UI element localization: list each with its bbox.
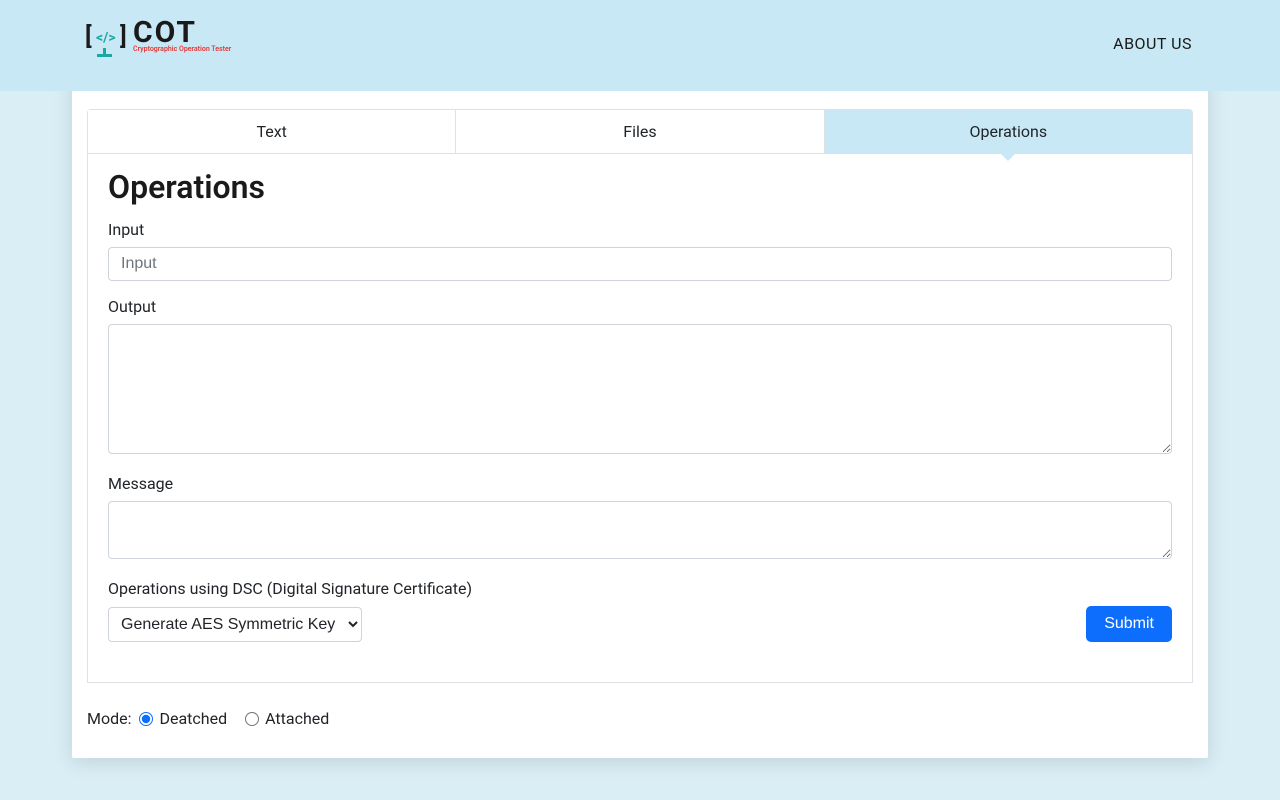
tab-content: Operations Input Output Message Operatio…: [87, 154, 1193, 683]
mode-label: Mode:: [87, 709, 131, 728]
output-group: Output: [108, 297, 1172, 458]
radio-attached-input[interactable]: [245, 712, 259, 726]
nav-about-link[interactable]: ABOUT US: [1113, 34, 1192, 53]
operations-label: Operations using DSC (Digital Signature …: [108, 579, 1172, 598]
logo-icon: [ </> ]: [85, 18, 129, 62]
page-heading: Operations: [108, 168, 1172, 206]
message-group: Message: [108, 474, 1172, 563]
input-group: Input: [108, 220, 1172, 281]
message-label: Message: [108, 474, 1172, 493]
message-field[interactable]: [108, 501, 1172, 559]
radio-attached[interactable]: Attached: [245, 709, 329, 728]
tab-files[interactable]: Files: [456, 110, 824, 153]
tab-operations[interactable]: Operations: [825, 110, 1192, 153]
submit-button[interactable]: Submit: [1086, 606, 1172, 642]
tabs: Text Files Operations: [87, 109, 1193, 154]
logo-main-text: COT: [133, 18, 231, 48]
mode-row: Mode: Deatched Attached: [87, 709, 1193, 728]
radio-detached-input[interactable]: [139, 712, 153, 726]
header: [ </> ] COT Cryptographic Operation Test…: [0, 0, 1280, 91]
main-card: Text Files Operations Operations Input O…: [72, 77, 1208, 758]
svg-text:</>: </>: [96, 30, 116, 46]
operations-select[interactable]: Generate AES Symmetric Key: [108, 607, 362, 642]
radio-attached-label: Attached: [265, 709, 329, 728]
input-field[interactable]: [108, 247, 1172, 281]
logo-sub-text: Cryptographic Operation Tester: [133, 46, 231, 53]
operations-group: Operations using DSC (Digital Signature …: [108, 579, 1172, 642]
input-label: Input: [108, 220, 1172, 239]
output-label: Output: [108, 297, 1172, 316]
tab-text[interactable]: Text: [88, 110, 456, 153]
svg-text:]: ]: [120, 22, 127, 50]
output-field[interactable]: [108, 324, 1172, 454]
radio-detached-label: Deatched: [159, 709, 227, 728]
logo[interactable]: [ </> ] COT Cryptographic Operation Test…: [85, 18, 231, 62]
svg-text:[: [: [85, 22, 92, 50]
radio-detached[interactable]: Deatched: [139, 709, 227, 728]
